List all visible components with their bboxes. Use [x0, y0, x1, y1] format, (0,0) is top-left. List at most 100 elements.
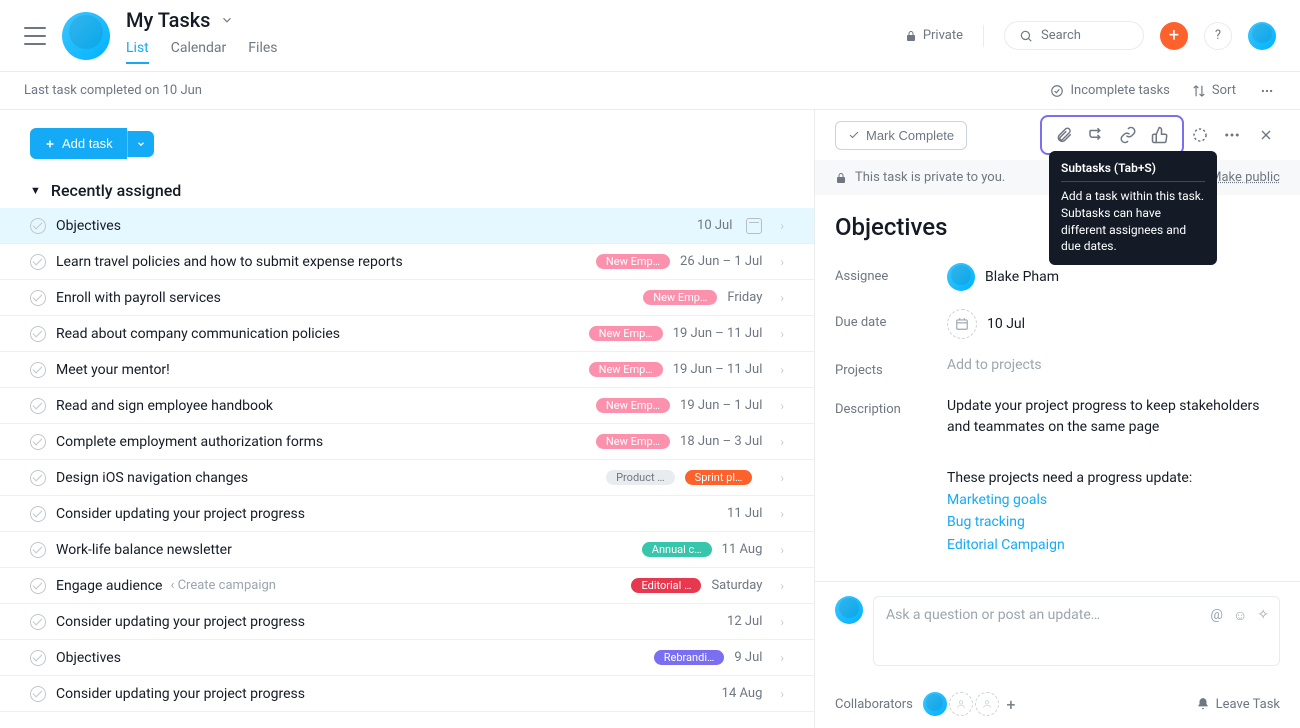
- complete-toggle[interactable]: [30, 506, 46, 522]
- task-row[interactable]: Read about company communication policie…: [0, 316, 814, 352]
- section-title: Recently assigned: [51, 181, 181, 200]
- task-tag[interactable]: New Emp…: [643, 290, 717, 305]
- task-tag[interactable]: New Emp…: [596, 398, 670, 413]
- more-actions-button[interactable]: [1216, 121, 1248, 149]
- close-detail-button[interactable]: [1252, 121, 1280, 149]
- task-row[interactable]: Read and sign employee handbookNew Emp…1…: [0, 388, 814, 424]
- privacy-label: Private: [923, 28, 963, 43]
- due-date-value[interactable]: 10 Jul: [947, 309, 1280, 339]
- task-tag[interactable]: Rebrandi…: [654, 650, 725, 665]
- tab-calendar[interactable]: Calendar: [171, 40, 227, 64]
- task-name: Design iOS navigation changes: [56, 470, 596, 486]
- chevron-right-icon: ›: [772, 291, 784, 305]
- star-icon[interactable]: ✧: [1257, 607, 1269, 624]
- task-row[interactable]: Consider updating your project progress1…: [0, 676, 814, 712]
- add-to-projects[interactable]: Add to projects: [947, 357, 1042, 373]
- task-date: 11 Aug: [722, 542, 763, 557]
- complete-toggle[interactable]: [30, 650, 46, 666]
- task-row[interactable]: Enroll with payroll servicesNew Emp…Frid…: [0, 280, 814, 316]
- task-row[interactable]: Work-life balance newsletterAnnual c…11 …: [0, 532, 814, 568]
- task-tag[interactable]: Editorial …: [631, 578, 701, 593]
- attachment-button[interactable]: [1048, 121, 1080, 149]
- complete-toggle[interactable]: [30, 614, 46, 630]
- user-avatar-small[interactable]: [1248, 22, 1276, 50]
- search-input[interactable]: Search: [1004, 21, 1144, 50]
- task-row[interactable]: Meet your mentor!New Emp…19 Jun – 11 Jul…: [0, 352, 814, 388]
- full-screen-button[interactable]: [1184, 121, 1216, 149]
- task-tag[interactable]: New Emp…: [589, 362, 663, 377]
- add-task-dropdown[interactable]: [127, 131, 154, 157]
- task-row[interactable]: Consider updating your project progress1…: [0, 604, 814, 640]
- complete-toggle[interactable]: [30, 434, 46, 450]
- project-link[interactable]: Editorial Campaign: [947, 534, 1280, 556]
- complete-toggle[interactable]: [30, 686, 46, 702]
- task-tag[interactable]: New Emp…: [596, 254, 670, 269]
- subtasks-tooltip: Subtasks (Tab+S) Add a task within this …: [1049, 151, 1217, 265]
- task-row[interactable]: Consider updating your project progress1…: [0, 496, 814, 532]
- task-name: Consider updating your project progress: [56, 614, 717, 630]
- at-mention-icon[interactable]: @: [1210, 607, 1223, 624]
- section-header[interactable]: ▼ Recently assigned: [0, 159, 814, 208]
- like-button[interactable]: [1144, 121, 1176, 149]
- task-row[interactable]: Objectives10 Jul›: [0, 208, 814, 244]
- subtasks-button[interactable]: [1080, 121, 1112, 149]
- profile-avatar[interactable]: [62, 12, 110, 60]
- add-collaborator-slot[interactable]: [975, 692, 999, 716]
- add-task-button[interactable]: Add task: [30, 128, 127, 159]
- complete-toggle[interactable]: [30, 362, 46, 378]
- search-icon: [1019, 29, 1033, 43]
- lock-icon: [905, 30, 917, 42]
- filter-incomplete-button[interactable]: Incomplete tasks: [1050, 83, 1169, 98]
- complete-toggle[interactable]: [30, 290, 46, 306]
- task-row[interactable]: Engage audience‹ Create campaignEditoria…: [0, 568, 814, 604]
- due-date-label: Due date: [835, 309, 947, 330]
- tab-files[interactable]: Files: [248, 40, 277, 64]
- collaborator-avatar[interactable]: [923, 692, 947, 716]
- project-link[interactable]: Bug tracking: [947, 511, 1280, 533]
- global-add-button[interactable]: +: [1160, 22, 1188, 50]
- task-row[interactable]: ObjectivesRebrandi…9 Jul›: [0, 640, 814, 676]
- more-button[interactable]: [1258, 84, 1276, 98]
- task-tag[interactable]: Product …: [606, 470, 675, 485]
- hamburger-menu-icon[interactable]: [24, 27, 46, 45]
- assignee-value[interactable]: Blake Pham: [947, 263, 1280, 291]
- task-tag[interactable]: Annual c…: [642, 542, 712, 557]
- chevron-right-icon: ›: [772, 435, 784, 449]
- mark-complete-button[interactable]: Mark Complete: [835, 121, 967, 150]
- help-button[interactable]: ?: [1204, 22, 1232, 50]
- task-row[interactable]: Complete employment authorization formsN…: [0, 424, 814, 460]
- complete-toggle[interactable]: [30, 398, 46, 414]
- collaborators-row: Collaborators + Leave Task: [815, 680, 1300, 728]
- sort-icon: [1192, 84, 1206, 98]
- chevron-down-icon[interactable]: [220, 13, 234, 27]
- complete-toggle[interactable]: [30, 254, 46, 270]
- task-tag[interactable]: New Emp…: [596, 434, 670, 449]
- add-collaborator-slot[interactable]: [949, 692, 973, 716]
- sort-button[interactable]: Sort: [1192, 83, 1236, 98]
- make-public-link[interactable]: Make public: [1210, 170, 1280, 185]
- complete-toggle[interactable]: [30, 542, 46, 558]
- task-name: Learn travel policies and how to submit …: [56, 254, 586, 270]
- task-row[interactable]: Design iOS navigation changes Product … Sp…: [0, 460, 814, 496]
- tab-list[interactable]: List: [126, 40, 149, 64]
- complete-toggle[interactable]: [30, 470, 46, 486]
- add-collaborator-button[interactable]: +: [1001, 694, 1021, 714]
- check-icon: [848, 129, 860, 141]
- emoji-icon[interactable]: ☺: [1233, 607, 1247, 624]
- comment-input[interactable]: Ask a question or post an update… @ ☺ ✧: [873, 596, 1280, 666]
- more-icon: [1258, 84, 1276, 98]
- last-completed-text: Last task completed on 10 Jun: [24, 83, 202, 98]
- leave-task-button[interactable]: Leave Task: [1196, 697, 1280, 712]
- task-list: Objectives10 Jul› Learn travel policies a…: [0, 208, 814, 712]
- complete-toggle[interactable]: [30, 218, 46, 234]
- project-link[interactable]: Marketing goals: [947, 489, 1280, 511]
- chevron-right-icon: ›: [772, 687, 784, 701]
- complete-toggle[interactable]: [30, 326, 46, 342]
- complete-toggle[interactable]: [30, 578, 46, 594]
- copy-link-button[interactable]: [1112, 121, 1144, 149]
- task-row[interactable]: Learn travel policies and how to submit …: [0, 244, 814, 280]
- task-tag[interactable]: Sprint pl…: [685, 470, 753, 485]
- description-text[interactable]: Update your project progress to keep sta…: [947, 396, 1280, 438]
- task-tag[interactable]: New Emp…: [589, 326, 663, 341]
- lock-icon: [835, 172, 847, 184]
